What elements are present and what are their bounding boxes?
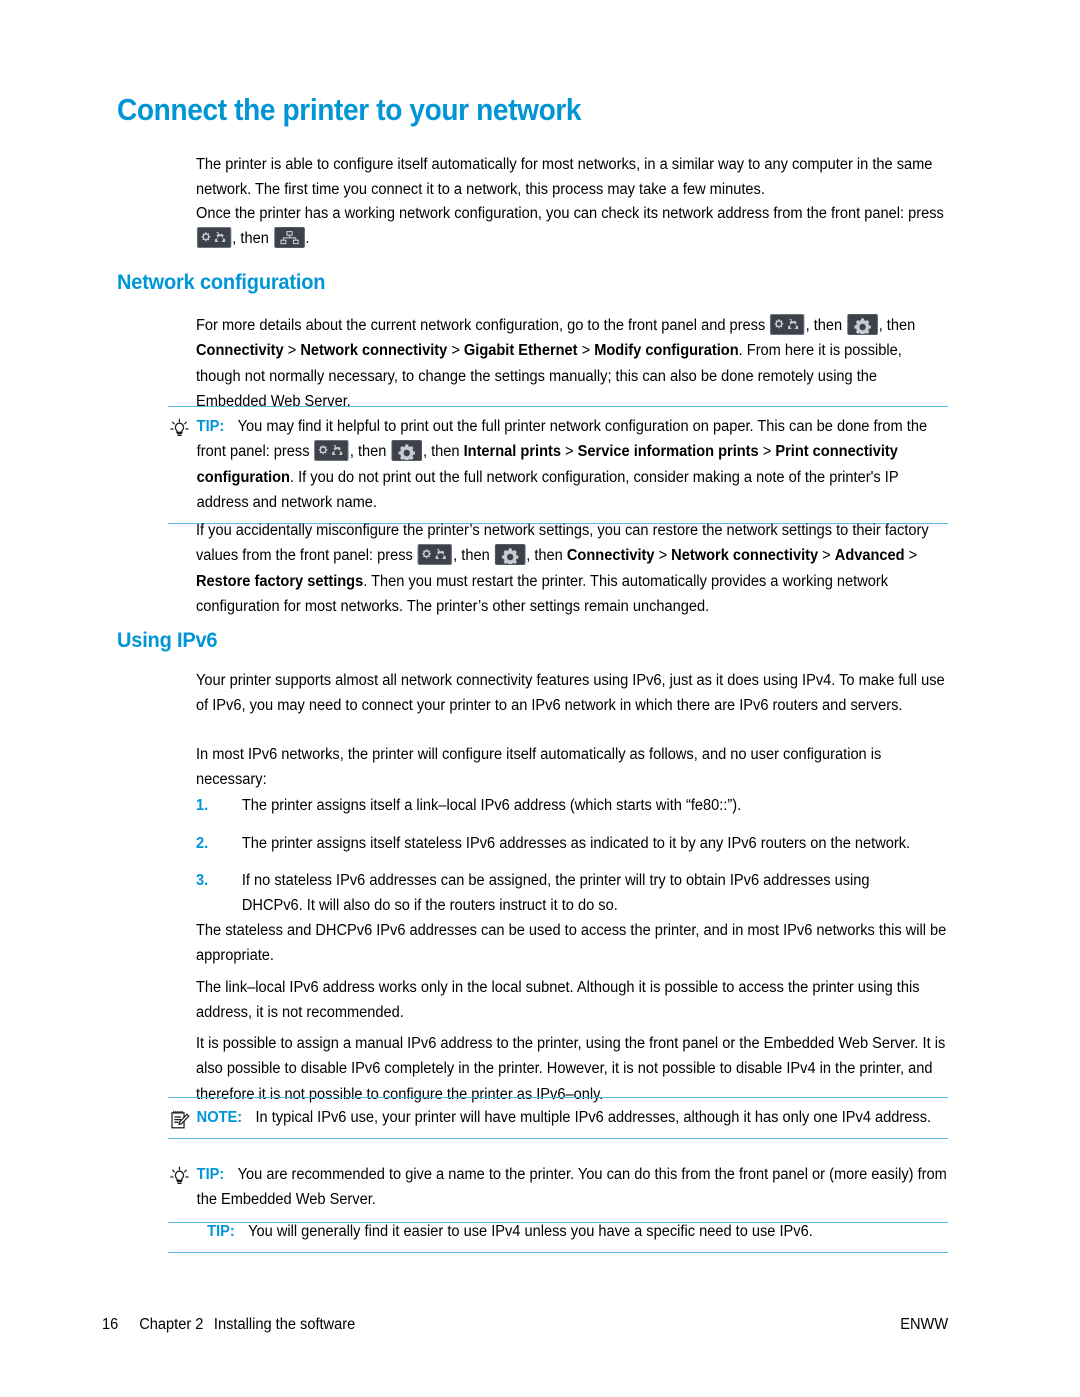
netcfg-bold-gigabit-ethernet: Gigabit Ethernet: [463, 342, 578, 360]
tip-text-b: , then: [349, 443, 391, 461]
tip-callout-ipv4-easier-body: TIP: You will generally find it easier to…: [168, 1219, 948, 1244]
restore-sep-1: >: [654, 547, 672, 565]
list-item: 3. If no stateless IPv6 addresses can be…: [196, 868, 903, 919]
network-tree-icon[interactable]: [273, 227, 305, 249]
intro-paragraph-2-text-c: .: [305, 230, 310, 248]
tip-label: TIP:: [207, 1223, 235, 1240]
list-item-text: The printer assigns itself stateless IPv…: [241, 835, 911, 852]
footer-locale: ENWW: [900, 1316, 949, 1333]
list-item-text: If no stateless IPv6 addresses can be as…: [241, 872, 870, 915]
note-text: In typical IPv6 use, your printer will h…: [255, 1109, 932, 1126]
netcfg-text-b: , then: [805, 317, 847, 334]
ipv6-paragraph-2: In most IPv6 networks, the printer will …: [196, 746, 882, 789]
netcfg-bold-connectivity: Connectivity: [196, 342, 284, 360]
section-heading-network-configuration: Network configuration: [117, 270, 326, 294]
restore-sep-3: >: [904, 547, 918, 565]
netcfg-sep-3: >: [577, 342, 595, 360]
section-heading-using-ipv6: Using IPv6: [117, 628, 218, 652]
tip-callout-ipv4-easier: TIP: You will generally find it easier to…: [168, 1213, 948, 1254]
list-item: 1. The printer assigns itself a link–loc…: [196, 793, 948, 818]
settings-gears-icon[interactable]: [314, 440, 349, 462]
ipv6-paragraph-4: The link–local IPv6 address works only i…: [196, 979, 920, 1022]
restore-bold-restore-factory-settings: Restore factory settings: [196, 572, 364, 590]
tip-label: TIP:: [196, 418, 225, 435]
list-item-number: 3.: [196, 872, 209, 889]
netcfg-bold-modify-configuration: Modify configuration: [594, 342, 739, 360]
netcfg-sep-2: >: [447, 342, 464, 360]
gear-icon[interactable]: [494, 544, 526, 566]
restore-sep-2: >: [818, 547, 835, 565]
tip-callout-printer-name-body: TIP: You are recommended to give a name t…: [168, 1162, 948, 1213]
netcfg-sep-1: >: [283, 342, 301, 360]
note-label: NOTE:: [196, 1109, 243, 1126]
ipv6-paragraph-3: The stateless and DHCPv6 IPv6 addresses …: [196, 922, 947, 965]
intro-paragraph-2-text-b: , then: [232, 230, 273, 248]
list-item-number: 1.: [196, 797, 209, 814]
restore-text-c: , then: [526, 547, 567, 565]
note-callout: NOTE: In typical IPv6 use, your printer w…: [168, 1097, 948, 1140]
restore-bold-advanced: Advanced: [834, 547, 905, 565]
tip-text-d: . If you do not print out the full netwo…: [196, 468, 899, 511]
restore-factory-settings-paragraph: If you accidentally misconfigure the pri…: [196, 518, 948, 619]
document-page: Connect the printer to your network The …: [0, 0, 1080, 1397]
lightbulb-icon: [168, 417, 191, 441]
netcfg-text-c: , then: [878, 317, 916, 334]
tip-text-c: , then: [422, 443, 464, 461]
network-configuration-paragraph: For more details about the current netwo…: [196, 313, 948, 414]
gear-icon[interactable]: [847, 314, 878, 335]
settings-gears-icon[interactable]: [196, 227, 232, 249]
list-item: 2. The printer assigns itself stateless …: [196, 831, 948, 856]
restore-bold-connectivity: Connectivity: [566, 547, 655, 565]
tip-text: You will generally find it easier to use…: [248, 1223, 813, 1240]
tip-bold-internal-prints: Internal prints: [463, 443, 561, 461]
footer-page-number: 16: [102, 1316, 119, 1333]
footer-chapter-title: Installing the software: [213, 1316, 356, 1333]
tip-callout-body: TIP: You may find it helpful to print out…: [168, 414, 948, 515]
tip-callout-print-configuration: TIP: You may find it helpful to print out…: [168, 406, 948, 525]
intro-paragraph-1: The printer is able to configure itself …: [196, 156, 933, 199]
lightbulb-icon: [168, 1165, 191, 1189]
footer-chapter: Chapter 2: [139, 1316, 204, 1333]
tip-label: TIP:: [196, 1166, 225, 1183]
tip-sep-2: >: [758, 443, 776, 461]
note-callout-body: NOTE: In typical IPv6 use, your printer w…: [168, 1105, 948, 1130]
settings-gears-icon[interactable]: [770, 314, 805, 335]
tip-sep-1: >: [560, 443, 578, 461]
tip-bold-service-information-prints: Service information prints: [577, 443, 759, 461]
footer-left: 16 Chapter 2 Installing the software: [102, 1316, 355, 1334]
netcfg-bold-network-connectivity: Network connectivity: [300, 342, 448, 360]
settings-gears-icon[interactable]: [417, 544, 453, 566]
netcfg-text-a: For more details about the current netwo…: [196, 317, 770, 334]
intro-paragraph-2-text-a: Once the printer has a working network c…: [196, 205, 944, 222]
page-footer: 16 Chapter 2 Installing the software ENWW: [102, 1316, 948, 1334]
restore-text-b: , then: [453, 547, 494, 565]
notepad-icon: [168, 1108, 191, 1132]
ipv6-paragraph-1: Your printer supports almost all network…: [196, 672, 945, 715]
ipv6-paragraph-5: It is possible to assign a manual IPv6 a…: [196, 1035, 946, 1103]
restore-bold-network-connectivity: Network connectivity: [671, 547, 819, 565]
list-item-text: The printer assigns itself a link–local …: [241, 797, 742, 814]
intro-paragraph-2: Once the printer has a working network c…: [196, 201, 948, 252]
gear-icon[interactable]: [391, 440, 423, 462]
page-title: Connect the printer to your network: [117, 93, 582, 127]
tip-text: You are recommended to give a name to th…: [196, 1166, 947, 1209]
list-item-number: 2.: [196, 835, 209, 852]
